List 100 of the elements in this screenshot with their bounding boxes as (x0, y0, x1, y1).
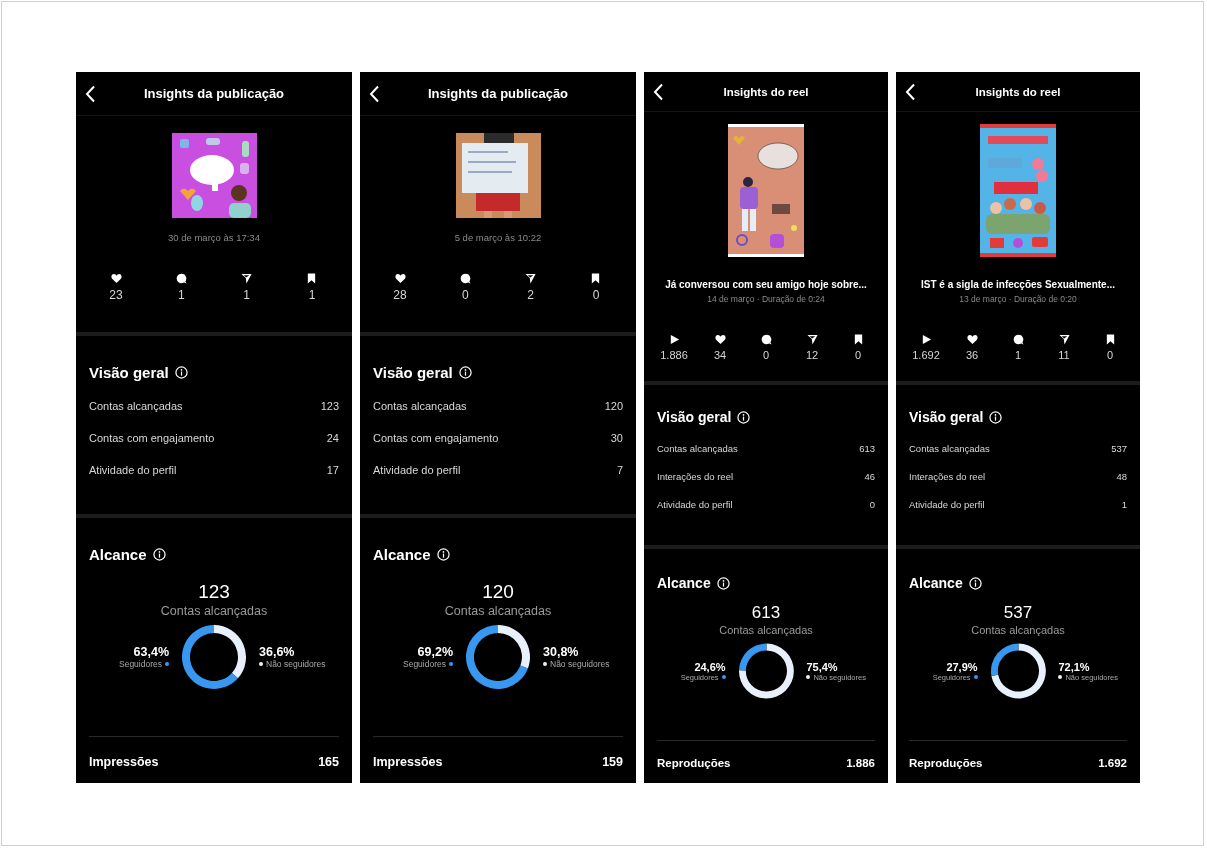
metric-label: Interações do reel (909, 471, 986, 482)
play-icon (920, 334, 932, 345)
metric-label: Contas alcançadas (909, 443, 990, 454)
stat-count: 2 (527, 288, 534, 302)
stat-count: 11 (1058, 349, 1070, 361)
metric-label: Contas alcançadas (657, 443, 738, 454)
heart-icon (394, 273, 406, 284)
info-icon[interactable] (968, 576, 982, 590)
metric-value: 613 (859, 443, 875, 454)
reach-total: 537 (1003, 603, 1033, 623)
stat-count: 1.886 (660, 349, 688, 361)
heart-icon (110, 273, 122, 284)
bookmark-icon (590, 273, 602, 284)
percent-value: 63,4% (133, 645, 169, 659)
legend-label: Seguidores (403, 659, 446, 669)
percent-value: 69,2% (417, 645, 453, 659)
back-icon[interactable] (652, 82, 664, 101)
percent-value: 27,9% (946, 660, 978, 673)
info-icon[interactable] (436, 548, 450, 561)
bookmark-icon (306, 273, 318, 284)
metric-value: 48 (1116, 471, 1127, 482)
reach-total: 613 (751, 603, 781, 623)
bookmark-icon (852, 334, 864, 345)
heart-icon (714, 334, 726, 345)
metric-value: 0 (869, 499, 875, 510)
comment-icon (760, 334, 772, 345)
metric-value: 159 (602, 755, 623, 769)
percent-value: 24,6% (694, 660, 726, 673)
metric-value: 17 (326, 464, 339, 476)
section-title: Alcance (657, 575, 711, 591)
reach-label: Contas alcançadas (444, 604, 552, 618)
reach-label: Contas alcançadas (971, 624, 1065, 636)
reach-total: 123 (198, 581, 230, 603)
section-title: Visão geral (373, 364, 453, 381)
metric-label: Atividade do perfil (657, 499, 733, 510)
reach-label: Contas alcançadas (719, 624, 813, 636)
post-date: 14 de março · Duração de 0:24 (707, 294, 825, 304)
stat-count: 1 (178, 288, 185, 302)
screen-title: Insights da publicação (143, 86, 285, 101)
play-icon (668, 334, 680, 345)
back-icon[interactable] (84, 84, 96, 103)
info-icon[interactable] (716, 576, 730, 590)
stat-count: 36 (965, 349, 979, 361)
paper-plane-icon (241, 273, 253, 284)
heart-icon (966, 334, 978, 345)
stat-count: 1 (1014, 349, 1022, 361)
stat-count: 1 (243, 288, 250, 302)
metric-label: Reproduções (657, 757, 731, 769)
comment-icon (175, 273, 187, 284)
reach-label: Contas alcançadas (160, 604, 268, 618)
metric-label: Impressões (373, 755, 443, 769)
reel-caption: Já conversou com seu amigo hoje sobre... (665, 279, 867, 290)
metric-value: 1.692 (1098, 757, 1127, 769)
back-icon[interactable] (904, 82, 916, 101)
paper-plane-icon (525, 273, 537, 284)
metric-value: 24 (326, 432, 339, 444)
metric-label: Contas com engajamento (89, 432, 215, 444)
metric-label: Atividade do perfil (373, 464, 461, 476)
stat-count: 0 (854, 349, 862, 361)
legend-label: Não seguidores (550, 659, 610, 669)
info-icon[interactable] (737, 410, 751, 424)
stat-count: 0 (462, 288, 469, 302)
info-icon[interactable] (152, 548, 166, 561)
metric-label: Atividade do perfil (89, 464, 177, 476)
section-title: Visão geral (657, 409, 732, 425)
post-date: 13 de março · Duração de 0:20 (959, 294, 1077, 304)
info-icon[interactable] (458, 366, 472, 379)
metric-value: 537 (1111, 443, 1127, 454)
percent-value: 36,6% (259, 645, 295, 659)
metric-label: Contas alcançadas (373, 400, 467, 412)
legend-label: Não seguidores (266, 659, 326, 669)
metric-label: Reproduções (909, 757, 983, 769)
stat-count: 28 (393, 288, 407, 302)
bookmark-icon (1104, 334, 1116, 345)
reach-total: 120 (482, 581, 514, 603)
stat-count: 0 (762, 349, 770, 361)
stat-count: 12 (805, 349, 819, 361)
metric-value: 165 (318, 755, 339, 769)
back-icon[interactable] (368, 84, 380, 103)
paper-plane-icon (806, 334, 818, 345)
percent-value: 72,1% (1058, 660, 1090, 673)
info-icon[interactable] (174, 366, 188, 379)
stat-count: 1.692 (912, 349, 940, 361)
screen-title: Insights da publicação (427, 86, 569, 101)
paper-plane-icon (1058, 334, 1070, 345)
stat-count: 23 (109, 288, 123, 302)
reel-caption: IST é a sigla de infecções Sexualmente... (921, 279, 1115, 290)
post-date: 5 de março às 10:22 (454, 232, 542, 243)
stat-count: 1 (308, 288, 316, 302)
section-title: Visão geral (909, 409, 984, 425)
info-icon[interactable] (989, 410, 1003, 424)
metric-value: 30 (610, 432, 623, 444)
screen-title: Insights do reel (975, 85, 1061, 98)
metric-label: Interações do reel (657, 471, 734, 482)
metric-value: 120 (604, 400, 623, 412)
metric-label: Atividade do perfil (909, 499, 985, 510)
section-title: Alcance (373, 546, 431, 563)
metric-value: 1.886 (846, 757, 875, 769)
screen-title: Insights do reel (723, 85, 809, 98)
legend-label: Seguidores (119, 659, 162, 669)
